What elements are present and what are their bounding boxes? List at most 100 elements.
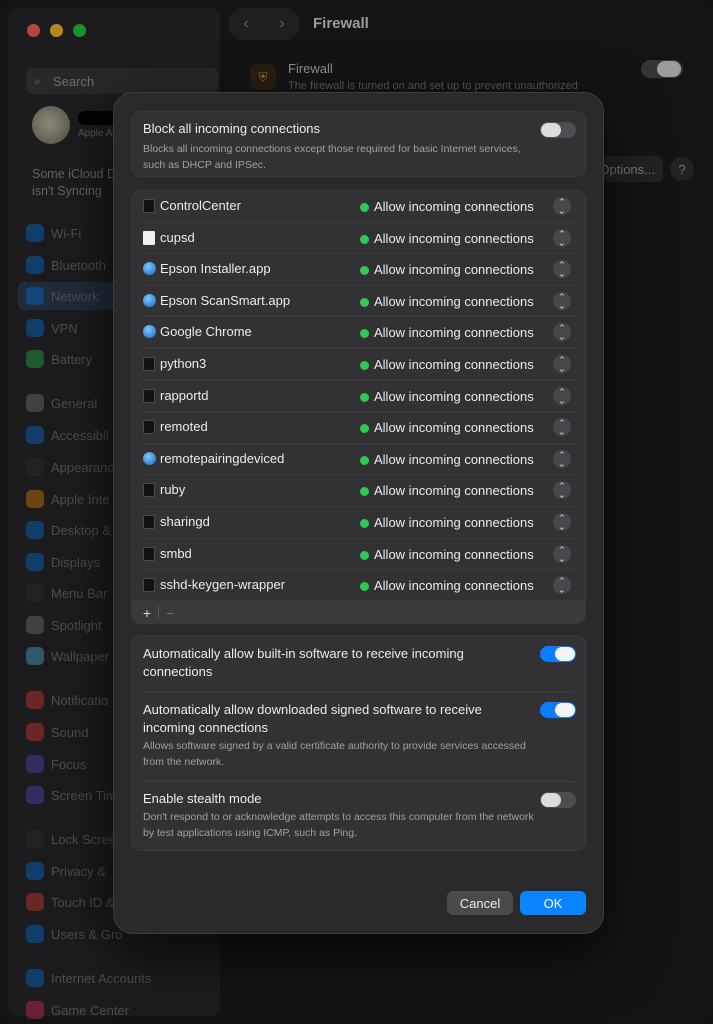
auto-builtin-toggle[interactable]: [540, 646, 576, 662]
app-list-row[interactable]: sshd-keygen-wrapper Allow incoming connec…: [132, 570, 585, 602]
app-name: remotepairingdeviced: [160, 450, 285, 466]
auto-signed-title: Automatically allow downloaded signed so…: [143, 702, 482, 735]
app-icon: [143, 262, 156, 276]
app-name: ControlCenter: [160, 198, 241, 213]
app-name: python3: [160, 356, 207, 371]
popup-chevron-icon[interactable]: ⌃ ⌃: [553, 449, 571, 468]
connection-status[interactable]: Allow incoming connections: [374, 389, 534, 404]
popup-chevron-icon[interactable]: ⌃ ⌃: [553, 228, 571, 247]
add-app-button[interactable]: +: [138, 605, 156, 621]
popup-chevron-icon[interactable]: ⌃ ⌃: [553, 386, 571, 405]
executable-icon: [143, 546, 155, 561]
executable-icon: [143, 199, 155, 213]
connection-status[interactable]: Allow incoming connections: [374, 294, 534, 309]
remove-app-button[interactable]: −: [161, 605, 179, 621]
status-dot-icon: [360, 234, 369, 244]
connection-status[interactable]: Allow incoming connections: [374, 483, 534, 498]
app-list-row[interactable]: Epson Installer.app Allow incoming connec…: [132, 254, 585, 286]
popup-chevron-icon[interactable]: ⌃ ⌃: [553, 323, 571, 342]
document-icon: [143, 230, 155, 245]
divider: [142, 781, 575, 782]
app-name: Epson ScanSmart.app: [160, 292, 291, 308]
status-dot-icon: [360, 297, 369, 307]
app-name: Epson Installer.app: [160, 261, 271, 277]
auto-signed-description: Allows software signed by a valid certif…: [143, 740, 526, 768]
connection-status[interactable]: Allow incoming connections: [374, 325, 534, 340]
popup-chevron-icon[interactable]: ⌃ ⌃: [553, 576, 571, 595]
block-all-title: Block all incoming connections: [143, 121, 321, 136]
popup-chevron-icon[interactable]: ⌃ ⌃: [553, 481, 571, 500]
firewall-options-dialog: Block all incoming connections Blocks al…: [113, 92, 604, 934]
block-all-toggle[interactable]: [540, 122, 576, 138]
app-name: cupsd: [160, 229, 195, 245]
app-list-row[interactable]: ControlCenter Allow incoming connections ⌃…: [132, 191, 585, 223]
divider: [142, 691, 575, 692]
footer-divider: [158, 606, 159, 619]
executable-icon: [143, 483, 155, 498]
app-list-row[interactable]: python3 Allow incoming connections ⌃ ⌃: [132, 349, 585, 381]
block-all-card: Block all incoming connections Blocks al…: [131, 111, 586, 177]
connection-status[interactable]: Allow incoming connections: [374, 452, 534, 467]
stealth-title: Enable stealth mode: [143, 791, 262, 806]
popup-chevron-icon[interactable]: ⌃ ⌃: [553, 355, 571, 373]
status-dot-icon: [360, 424, 369, 434]
connection-status[interactable]: Allow incoming connections: [374, 199, 534, 214]
popup-chevron-icon[interactable]: ⌃ ⌃: [553, 260, 571, 279]
app-name: remoted: [160, 419, 208, 435]
app-list-row[interactable]: smbd Allow incoming connections ⌃ ⌃: [132, 539, 585, 571]
app-name: ruby: [160, 482, 186, 498]
auto-signed-toggle[interactable]: [540, 702, 576, 718]
app-name: sharingd: [160, 514, 210, 529]
executable-icon: [143, 357, 155, 371]
app-icon: [143, 293, 156, 307]
cancel-button[interactable]: Cancel: [447, 891, 513, 915]
app-list-row[interactable]: remotepairingdeviced Allow incoming conne…: [132, 444, 585, 476]
ok-button[interactable]: OK: [520, 891, 586, 915]
app-icon: [143, 325, 156, 339]
connection-status[interactable]: Allow incoming connections: [374, 420, 534, 435]
app-list-row[interactable]: Google Chrome Allow incoming connections ⌃…: [132, 317, 585, 349]
app-name: smbd: [160, 545, 192, 561]
status-dot-icon: [360, 582, 369, 592]
app-name: Google Chrome: [160, 324, 252, 340]
app-list-row[interactable]: ruby Allow incoming connections ⌃ ⌃: [132, 475, 585, 507]
connection-status[interactable]: Allow incoming connections: [374, 231, 534, 246]
popup-chevron-icon[interactable]: ⌃ ⌃: [553, 197, 571, 215]
connection-status[interactable]: Allow incoming connections: [374, 578, 534, 593]
executable-icon: [143, 388, 155, 403]
executable-icon: [143, 515, 155, 529]
auto-allow-card: Automatically allow built-in software to…: [131, 635, 586, 851]
app-list: ControlCenter Allow incoming connections ⌃…: [131, 190, 586, 624]
app-list-row[interactable]: remoted Allow incoming connections ⌃ ⌃: [132, 412, 585, 444]
app-list-row[interactable]: rapportd Allow incoming connections ⌃ ⌃: [132, 381, 585, 413]
popup-chevron-icon[interactable]: ⌃ ⌃: [553, 291, 571, 310]
status-dot-icon: [360, 487, 369, 497]
status-dot-icon: [360, 329, 369, 339]
status-dot-icon: [360, 392, 369, 402]
popup-chevron-icon[interactable]: ⌃ ⌃: [553, 418, 571, 437]
connection-status[interactable]: Allow incoming connections: [374, 515, 534, 530]
executable-icon: [143, 578, 155, 593]
connection-status[interactable]: Allow incoming connections: [374, 262, 534, 277]
system-settings-window: ⌕ Search Apple A Some iCloud D isn't Syn…: [0, 0, 713, 1024]
status-dot-icon: [360, 455, 369, 465]
status-dot-icon: [360, 203, 369, 212]
connection-status[interactable]: Allow incoming connections: [374, 357, 534, 372]
connection-status[interactable]: Allow incoming connections: [374, 547, 534, 562]
popup-chevron-icon[interactable]: ⌃ ⌃: [553, 544, 571, 563]
status-dot-icon: [360, 266, 369, 276]
list-footer: + −: [132, 600, 585, 623]
status-dot-icon: [360, 361, 369, 370]
app-icon: [143, 451, 156, 465]
stealth-description: Don't respond to or acknowledge attempts…: [143, 811, 534, 839]
app-list-row[interactable]: Epson ScanSmart.app Allow incoming connec…: [132, 286, 585, 318]
block-all-description: Blocks all incoming connections except t…: [143, 143, 521, 171]
app-name: rapportd: [160, 387, 209, 403]
app-list-row[interactable]: cupsd Allow incoming connections ⌃ ⌃: [132, 223, 585, 255]
stealth-toggle[interactable]: [540, 792, 576, 808]
app-list-row[interactable]: sharingd Allow incoming connections ⌃ ⌃: [132, 507, 585, 539]
status-dot-icon: [360, 519, 369, 528]
popup-chevron-icon[interactable]: ⌃ ⌃: [553, 513, 571, 531]
status-dot-icon: [360, 550, 369, 560]
auto-builtin-title: Automatically allow built-in software to…: [143, 646, 464, 679]
